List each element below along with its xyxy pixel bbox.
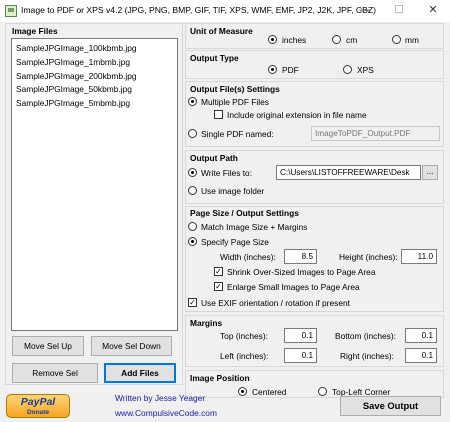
unit-mm-radio[interactable] bbox=[392, 35, 401, 44]
single-pdf-radio[interactable] bbox=[188, 129, 197, 138]
multiple-pdf-label: Multiple PDF Files bbox=[201, 97, 269, 107]
output-pdf-radio[interactable] bbox=[268, 65, 277, 74]
shrink-oversized-checkbox[interactable]: ✓ bbox=[214, 267, 223, 276]
output-path-field[interactable]: C:\Users\LISTOFFREEWARE\Desk bbox=[276, 165, 421, 180]
use-image-folder-radio[interactable] bbox=[188, 186, 197, 195]
single-pdf-name-field[interactable]: ImageToPDF_Output.PDF bbox=[311, 126, 440, 141]
enlarge-small-checkbox[interactable]: ✓ bbox=[214, 282, 223, 291]
multiple-pdf-radio[interactable] bbox=[188, 97, 197, 106]
right-margin-field[interactable]: 0.1 bbox=[405, 348, 437, 363]
page-size-heading: Page Size / Output Settings bbox=[190, 208, 299, 218]
minimize-button[interactable]: — bbox=[348, 0, 382, 22]
output-pdf-label: PDF bbox=[282, 65, 299, 75]
write-files-label: Write Files to: bbox=[201, 168, 253, 178]
shrink-oversized-label: Shrink Over-Sized Images to Page Area bbox=[227, 267, 376, 277]
position-centered-radio[interactable] bbox=[238, 387, 247, 396]
enlarge-small-label: Enlarge Small Images to Page Area bbox=[227, 282, 360, 292]
match-image-size-label: Match Image Size + Margins bbox=[201, 222, 308, 232]
list-item[interactable]: SampleJPGImage_1mbmb.jpg bbox=[16, 57, 130, 67]
include-extension-label: Include original extension in file name bbox=[227, 110, 367, 120]
website-link[interactable]: www.CompulsiveCode.com bbox=[115, 408, 217, 418]
author-credit: Written by Jesse Yeager bbox=[115, 393, 206, 403]
include-extension-checkbox[interactable] bbox=[214, 110, 223, 119]
paypal-logo: PayPal bbox=[20, 396, 56, 408]
window-title: Image to PDF or XPS v4.2 (JPG, PNG, BMP,… bbox=[21, 5, 376, 15]
image-file-list[interactable] bbox=[11, 38, 178, 331]
output-xps-label: XPS bbox=[357, 65, 374, 75]
unit-inches-label: inches bbox=[282, 35, 307, 45]
position-centered-label: Centered bbox=[252, 387, 287, 397]
browse-button[interactable]: ... bbox=[422, 165, 438, 180]
paypal-donate-button[interactable]: PayPal Donate bbox=[6, 394, 70, 418]
margins-heading: Margins bbox=[190, 318, 223, 328]
unit-inches-radio[interactable] bbox=[268, 35, 277, 44]
height-label: Height (inches): bbox=[339, 252, 398, 262]
width-field[interactable]: 8.5 bbox=[284, 249, 317, 264]
unit-cm-radio[interactable] bbox=[332, 35, 341, 44]
list-item[interactable]: SampleJPGImage_50kbmb.jpg bbox=[16, 84, 132, 94]
width-label: Width (inches): bbox=[220, 252, 276, 262]
bottom-margin-label: Bottom (inches): bbox=[335, 331, 396, 341]
position-top-left-radio[interactable] bbox=[318, 387, 327, 396]
specify-page-size-radio[interactable] bbox=[188, 237, 197, 246]
bottom-margin-field[interactable]: 0.1 bbox=[405, 328, 437, 343]
write-files-radio[interactable] bbox=[188, 168, 197, 177]
output-path-heading: Output Path bbox=[190, 153, 238, 163]
donate-label: Donate bbox=[26, 409, 50, 416]
close-button[interactable]: ✕ bbox=[416, 0, 450, 22]
remove-sel-button[interactable]: Remove Sel bbox=[12, 363, 98, 383]
image-files-heading: Image Files bbox=[12, 26, 58, 36]
move-sel-up-button[interactable]: Move Sel Up bbox=[12, 336, 84, 356]
unit-cm-label: cm bbox=[346, 35, 358, 45]
exif-orientation-label: Use EXIF orientation / rotation if prese… bbox=[201, 298, 350, 308]
save-output-button[interactable]: Save Output bbox=[340, 396, 441, 416]
app-icon bbox=[5, 5, 17, 17]
image-position-heading: Image Position bbox=[190, 373, 250, 383]
top-margin-label: Top (inches): bbox=[220, 331, 268, 341]
move-sel-down-button[interactable]: Move Sel Down bbox=[91, 336, 172, 356]
unit-mm-label: mm bbox=[405, 35, 419, 45]
output-files-heading: Output File(s) Settings bbox=[190, 84, 280, 94]
add-files-button[interactable]: Add Files bbox=[104, 363, 176, 383]
unit-heading: Unit of Measure bbox=[190, 26, 253, 36]
specify-page-size-label: Specify Page Size bbox=[201, 237, 269, 247]
list-item[interactable]: SampleJPGImage_200kbmb.jpg bbox=[16, 71, 137, 81]
list-item[interactable]: SampleJPGImage_5mbmb.jpg bbox=[16, 98, 130, 108]
match-image-size-radio[interactable] bbox=[188, 222, 197, 231]
right-margin-label: Right (inches): bbox=[340, 351, 394, 361]
left-margin-field[interactable]: 0.1 bbox=[284, 348, 317, 363]
exif-orientation-checkbox[interactable]: ✓ bbox=[188, 298, 197, 307]
left-margin-label: Left (inches): bbox=[220, 351, 269, 361]
use-image-folder-label: Use image folder bbox=[201, 186, 265, 196]
maximize-button[interactable]: ☐ bbox=[382, 0, 416, 22]
height-field[interactable]: 11.0 bbox=[401, 249, 437, 264]
output-xps-radio[interactable] bbox=[343, 65, 352, 74]
top-margin-field[interactable]: 0.1 bbox=[284, 328, 317, 343]
output-type-heading: Output Type bbox=[190, 53, 239, 63]
single-pdf-label: Single PDF named: bbox=[201, 129, 274, 139]
list-item[interactable]: SampleJPGImage_100kbmb.jpg bbox=[16, 43, 137, 53]
